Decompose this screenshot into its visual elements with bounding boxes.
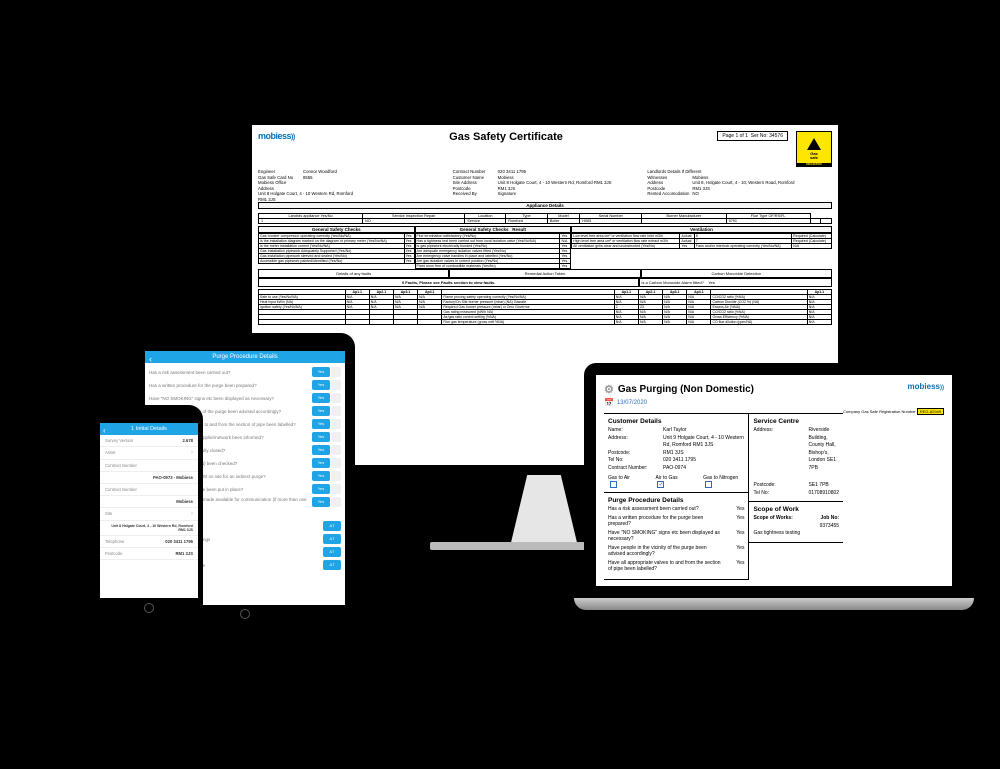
yes-toggle[interactable]: Yes xyxy=(312,406,330,416)
mobiess-logo: mobiess)) xyxy=(908,382,944,391)
mobiess-logo: mobiess)) xyxy=(258,131,295,141)
purge-question-row: Have people in the vicinity of the purge… xyxy=(608,545,744,557)
document-date: 📅 13/07/2020 xyxy=(604,398,944,407)
no-toggle[interactable] xyxy=(331,497,341,507)
registration-number: Company Gas Safe Registration Number REG… xyxy=(843,409,944,414)
purge-question-row: Has a written procedure for the purge be… xyxy=(608,515,744,527)
no-toggle[interactable] xyxy=(331,380,341,390)
gear-icon: ⚙ xyxy=(604,383,614,396)
back-icon[interactable]: ‹ xyxy=(149,354,152,364)
yes-toggle[interactable]: Yes xyxy=(312,393,330,403)
yes-toggle[interactable]: Yes xyxy=(312,445,330,455)
no-toggle[interactable] xyxy=(331,367,341,377)
gas-option-checkbox[interactable]: Gas to Nitrogen xyxy=(703,475,744,488)
yes-toggle[interactable]: Yes xyxy=(312,367,330,377)
yes-toggle[interactable]: Yes xyxy=(312,458,330,468)
phone-form-row: Contract Number xyxy=(100,460,198,472)
gas-option-checkbox[interactable]: Gas to Air xyxy=(608,475,637,488)
phone-form-row: PostcodeRM1 3JS xyxy=(100,548,198,560)
appliance-details-header: Appliance Details xyxy=(258,202,832,209)
phone-form-row: Unit 8 Holgate Court, 4 - 10 Western Rd,… xyxy=(100,521,198,536)
appliance-details-table: Landrds appliance Yes/NoService Inspecti… xyxy=(258,213,832,224)
no-toggle[interactable] xyxy=(331,419,341,429)
chevron-right-icon: › xyxy=(191,450,193,456)
calendar-icon: 📅 xyxy=(604,398,614,407)
yes-toggle[interactable]: Yes xyxy=(312,380,330,390)
service-centre-box: Service Centre Address:Riverside Buildin… xyxy=(749,414,843,502)
phone-form-row: Survey Version2.678 xyxy=(100,435,198,447)
tablet-question-row: Has a written procedure for the purge be… xyxy=(149,380,341,390)
combustion-analysis-table: Ap1.1Ap2.1Ap3.1Ap4.1Ap1.1Ap2.1Ap3.1Ap4.1… xyxy=(258,289,832,325)
document-title: ⚙ Gas Purging (Non Domestic) xyxy=(604,383,944,396)
purge-procedure-details-box: Purge Procedure Details Has a risk asses… xyxy=(604,493,748,580)
purge-question-row: Have all appropriate valves to and from … xyxy=(608,560,744,572)
phone-app-screen: ‹ 1 Initial Details Survey Version2.678A… xyxy=(100,423,198,598)
no-toggle[interactable] xyxy=(331,484,341,494)
no-toggle[interactable] xyxy=(331,458,341,468)
no-toggle[interactable] xyxy=(331,445,341,455)
gas-option-checkbox[interactable]: Air to Gas ✓ xyxy=(655,475,685,488)
tablet-home-button[interactable] xyxy=(240,609,250,619)
yes-toggle[interactable]: Yes xyxy=(312,432,330,442)
page-indicator: Page 1 of 1 Ser No: 34576 xyxy=(717,131,788,141)
scope-of-work-box: Scope of Work Scope of Works: Job No: 93… xyxy=(749,502,843,543)
phone-titlebar: ‹ 1 Initial Details xyxy=(100,423,198,435)
laptop-base xyxy=(574,598,974,610)
document-title: Gas Safety Certificate xyxy=(295,131,718,143)
tablet-question-row: Have "NO SMOKING" signs etc been display… xyxy=(149,393,341,403)
purge-question-row: Has a risk assessment been carried out?Y… xyxy=(608,506,744,512)
phone-form-row[interactable]: Site› xyxy=(100,508,198,521)
yes-toggle[interactable]: Yes xyxy=(312,484,330,494)
yes-toggle[interactable]: Yes xyxy=(312,497,330,507)
no-toggle[interactable] xyxy=(331,393,341,403)
no-toggle[interactable] xyxy=(331,432,341,442)
back-icon[interactable]: ‹ xyxy=(103,426,106,435)
no-toggle[interactable] xyxy=(331,406,341,416)
gas-purging-document: ⚙ Gas Purging (Non Domestic) mobiess)) 📅… xyxy=(596,375,952,586)
tablet-titlebar: ‹ Purge Procedure Details xyxy=(145,351,345,363)
no-toggle[interactable] xyxy=(331,471,341,481)
phone-form-row: PAO-0973 - Mobiess xyxy=(100,472,198,484)
yes-toggle[interactable]: Yes xyxy=(312,419,330,429)
tablet-question-row: Has a risk assessment been carried out?Y… xyxy=(149,367,341,377)
gas-safe-badge: Gassafe REGISTER xyxy=(796,131,832,167)
phone-frame: ‹ 1 Initial Details Survey Version2.678A… xyxy=(95,405,203,618)
chevron-right-icon: › xyxy=(191,511,193,517)
phone-form-row[interactable]: Asset› xyxy=(100,447,198,460)
phone-form-row: Mobiess xyxy=(100,496,198,508)
phone-form-row: Telephone020 3411 1795 xyxy=(100,536,198,548)
phone-home-button[interactable] xyxy=(144,603,154,613)
yes-toggle[interactable]: Yes xyxy=(312,471,330,481)
faults-header-row: Details of any faults Remedial Action Ta… xyxy=(258,269,832,278)
customer-details-box: Customer Details Name:Karl Taylor Addres… xyxy=(604,414,748,493)
purge-question-row: Have "NO SMOKING" signs etc been display… xyxy=(608,530,744,542)
phone-form-row: Contract Number xyxy=(100,484,198,496)
laptop-frame: ⚙ Gas Purging (Non Domestic) mobiess)) 📅… xyxy=(579,363,969,618)
